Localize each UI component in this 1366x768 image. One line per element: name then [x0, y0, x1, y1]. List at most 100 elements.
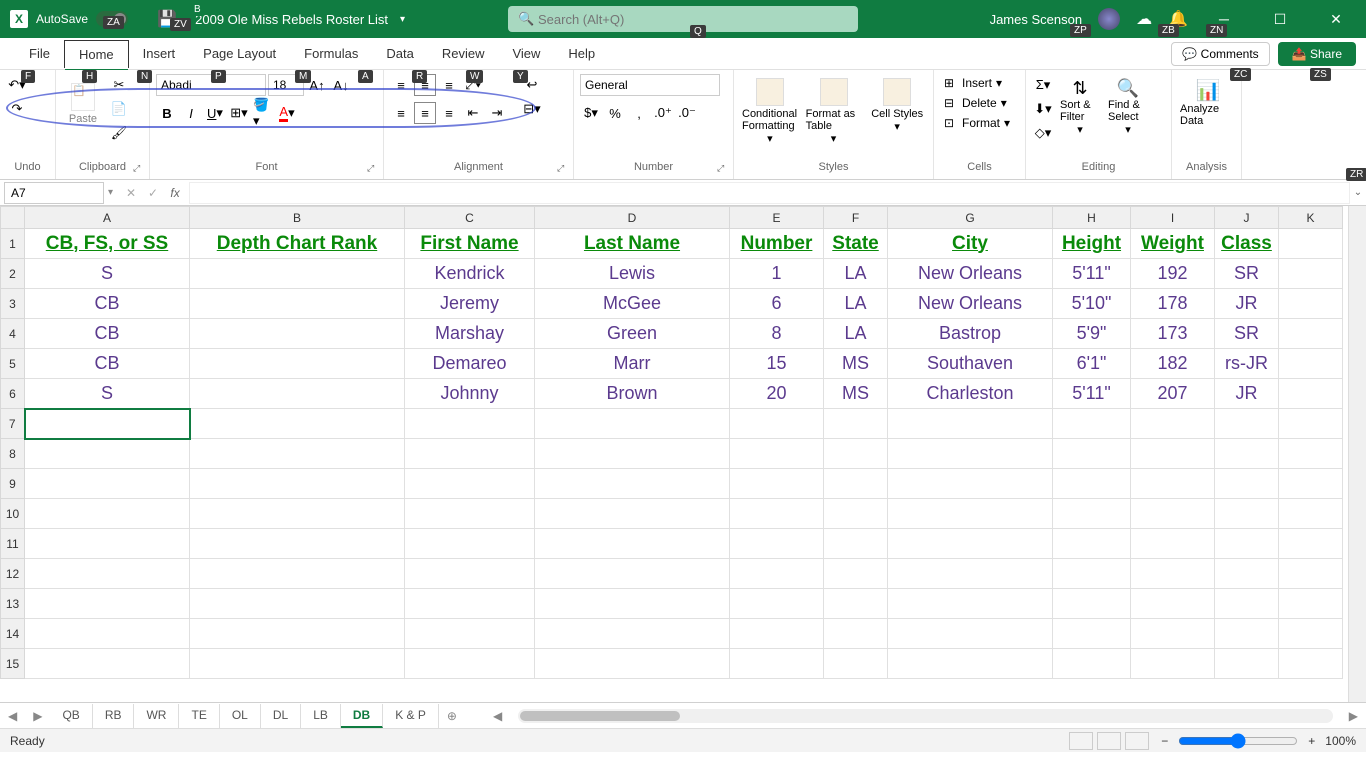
cell-A2[interactable]: S — [25, 259, 190, 289]
cell-B11[interactable] — [190, 529, 405, 559]
cell-K12[interactable] — [1279, 559, 1343, 589]
cancel-formula-icon[interactable]: ✕ — [121, 186, 141, 200]
cell-H15[interactable] — [1053, 649, 1131, 679]
align-bottom-button[interactable]: ≡ — [438, 74, 460, 96]
cell-F13[interactable] — [824, 589, 888, 619]
cell-K13[interactable] — [1279, 589, 1343, 619]
paste-button[interactable]: 📋 Paste — [62, 74, 104, 134]
cell-E9[interactable] — [730, 469, 824, 499]
cell-E1[interactable]: Number — [730, 229, 824, 259]
cell-F10[interactable] — [824, 499, 888, 529]
cell-E6[interactable]: 20 — [730, 379, 824, 409]
cell-I11[interactable] — [1131, 529, 1215, 559]
cell-H12[interactable] — [1053, 559, 1131, 589]
avatar[interactable] — [1098, 8, 1120, 30]
row-header-5[interactable]: 5 — [1, 349, 25, 379]
cell-A5[interactable]: CB — [25, 349, 190, 379]
cell-D3[interactable]: McGee — [535, 289, 730, 319]
cell-F1[interactable]: State — [824, 229, 888, 259]
cell-E3[interactable]: 6 — [730, 289, 824, 319]
zoom-out-button[interactable]: − — [1161, 734, 1168, 748]
cell-J13[interactable] — [1215, 589, 1279, 619]
cloud-icon[interactable]: ☁ — [1136, 9, 1152, 29]
cell-A15[interactable] — [25, 649, 190, 679]
cell-E2[interactable]: 1 — [730, 259, 824, 289]
border-button[interactable]: ⊞▾ — [228, 102, 250, 124]
cell-B15[interactable] — [190, 649, 405, 679]
row-header-13[interactable]: 13 — [1, 589, 25, 619]
cell-E15[interactable] — [730, 649, 824, 679]
row-header-11[interactable]: 11 — [1, 529, 25, 559]
cell-I2[interactable]: 192 — [1131, 259, 1215, 289]
fx-icon[interactable]: fx — [165, 186, 185, 200]
page-layout-view-button[interactable] — [1097, 732, 1121, 750]
decrease-indent-button[interactable]: ⇤ — [462, 102, 484, 124]
cell-C3[interactable]: Jeremy — [405, 289, 535, 319]
cell-G15[interactable] — [888, 649, 1053, 679]
cell-C6[interactable]: Johnny — [405, 379, 535, 409]
cell-I1[interactable]: Weight — [1131, 229, 1215, 259]
cell-H10[interactable] — [1053, 499, 1131, 529]
cell-B8[interactable] — [190, 439, 405, 469]
cell-H9[interactable] — [1053, 469, 1131, 499]
cell-K11[interactable] — [1279, 529, 1343, 559]
cell-D4[interactable]: Green — [535, 319, 730, 349]
row-header-15[interactable]: 15 — [1, 649, 25, 679]
cell-K10[interactable] — [1279, 499, 1343, 529]
cell-B6[interactable] — [190, 379, 405, 409]
col-header-E[interactable]: E — [730, 207, 824, 229]
cell-B2[interactable] — [190, 259, 405, 289]
sheet-nav-next[interactable]: ▶ — [25, 709, 50, 723]
cell-I9[interactable] — [1131, 469, 1215, 499]
cell-A12[interactable] — [25, 559, 190, 589]
cell-J8[interactable] — [1215, 439, 1279, 469]
cell-C11[interactable] — [405, 529, 535, 559]
cell-E14[interactable] — [730, 619, 824, 649]
sheet-nav-prev[interactable]: ◀ — [0, 709, 25, 723]
row-header-8[interactable]: 8 — [1, 439, 25, 469]
cell-J15[interactable] — [1215, 649, 1279, 679]
row-header-6[interactable]: 6 — [1, 379, 25, 409]
cut-button[interactable]: ✂ — [108, 74, 130, 96]
sheet-table[interactable]: ABCDEFGHIJK1CB, FS, or SSDepth Chart Ran… — [0, 206, 1343, 679]
cell-D7[interactable] — [535, 409, 730, 439]
sheet-tab-DL[interactable]: DL — [261, 704, 301, 728]
cell-B4[interactable] — [190, 319, 405, 349]
cell-A3[interactable]: CB — [25, 289, 190, 319]
fill-button[interactable]: ⬇▾ — [1032, 98, 1054, 120]
col-header-G[interactable]: G — [888, 207, 1053, 229]
col-header-F[interactable]: F — [824, 207, 888, 229]
cell-F15[interactable] — [824, 649, 888, 679]
formula-input[interactable] — [189, 182, 1350, 204]
autosum-button[interactable]: Σ▾ — [1032, 74, 1054, 96]
cell-G1[interactable]: City — [888, 229, 1053, 259]
cell-C7[interactable] — [405, 409, 535, 439]
cell-E13[interactable] — [730, 589, 824, 619]
underline-button[interactable]: U▾ — [204, 102, 226, 124]
cell-J7[interactable] — [1215, 409, 1279, 439]
cell-E10[interactable] — [730, 499, 824, 529]
cell-I13[interactable] — [1131, 589, 1215, 619]
cell-F3[interactable]: LA — [824, 289, 888, 319]
cell-J10[interactable] — [1215, 499, 1279, 529]
cell-F14[interactable] — [824, 619, 888, 649]
cell-J14[interactable] — [1215, 619, 1279, 649]
find-select-button[interactable]: 🔍Find & Select▾ — [1106, 74, 1150, 140]
cell-D12[interactable] — [535, 559, 730, 589]
sheet-tab-RB[interactable]: RB — [93, 704, 135, 728]
cell-B7[interactable] — [190, 409, 405, 439]
cell-A1[interactable]: CB, FS, or SS — [25, 229, 190, 259]
number-format-select[interactable] — [580, 74, 720, 96]
cell-G11[interactable] — [888, 529, 1053, 559]
cell-A8[interactable] — [25, 439, 190, 469]
name-box[interactable] — [4, 182, 104, 204]
normal-view-button[interactable] — [1069, 732, 1093, 750]
align-center-button[interactable]: ≡ — [414, 102, 436, 124]
horizontal-scrollbar[interactable] — [518, 709, 1333, 723]
delete-cells-button[interactable]: ⊟Delete ▾ — [940, 94, 1019, 112]
cell-D14[interactable] — [535, 619, 730, 649]
sheet-tab-OL[interactable]: OL — [220, 704, 261, 728]
sheet-tab-WR[interactable]: WR — [134, 704, 179, 728]
cell-F5[interactable]: MS — [824, 349, 888, 379]
cell-F6[interactable]: MS — [824, 379, 888, 409]
